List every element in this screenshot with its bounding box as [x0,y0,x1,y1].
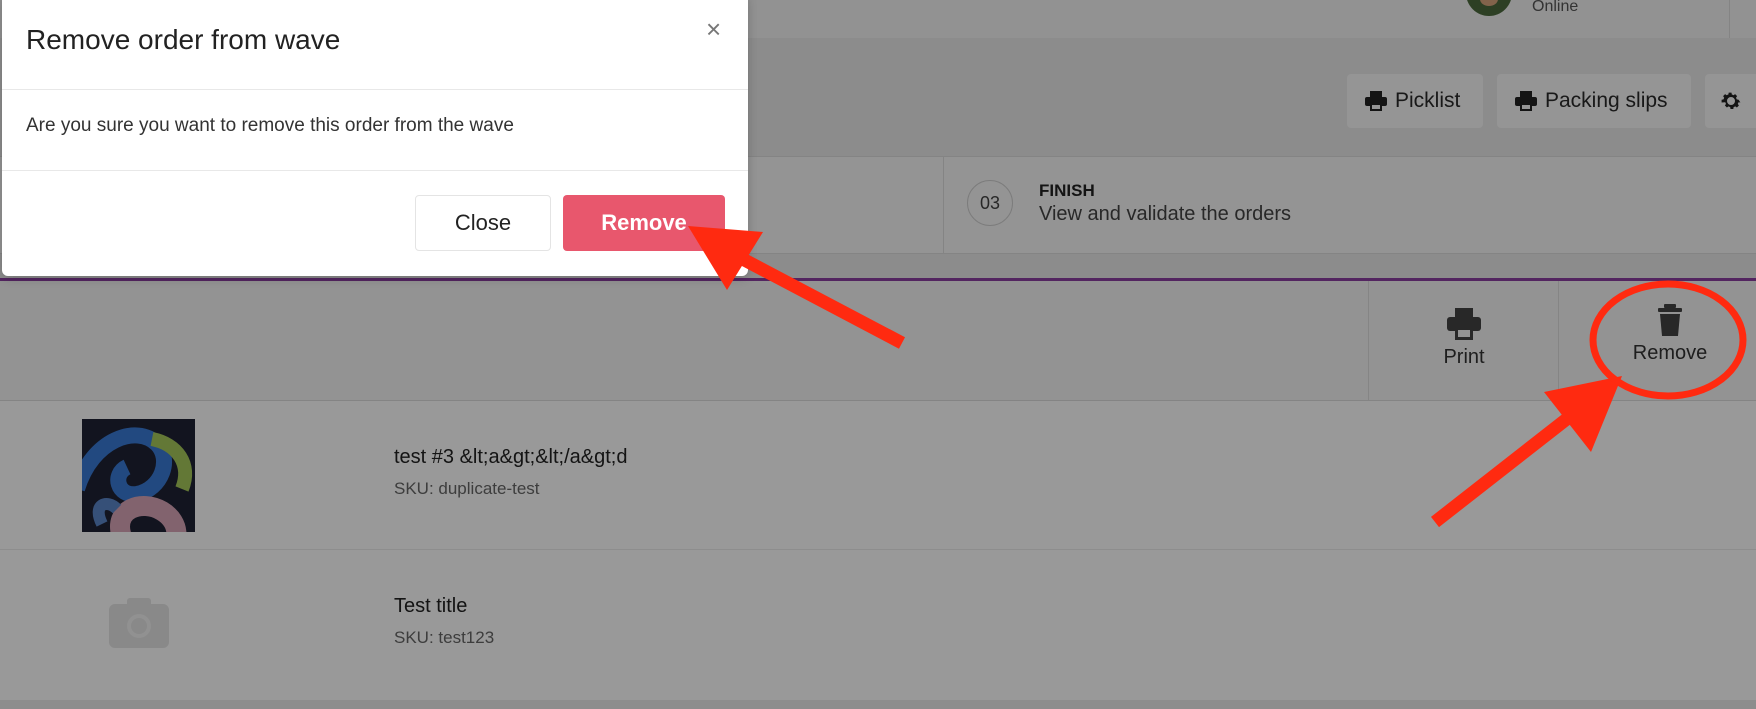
close-icon[interactable]: × [706,16,721,42]
divider [2,170,748,171]
remove-order-dialog: Remove order from wave × Are you sure yo… [2,0,748,276]
dialog-message: Are you sure you want to remove this ord… [26,115,514,136]
dialog-title: Remove order from wave [26,24,341,55]
confirm-remove-button[interactable]: Remove [563,195,725,251]
close-button[interactable]: Close [415,195,551,251]
divider [2,89,748,90]
